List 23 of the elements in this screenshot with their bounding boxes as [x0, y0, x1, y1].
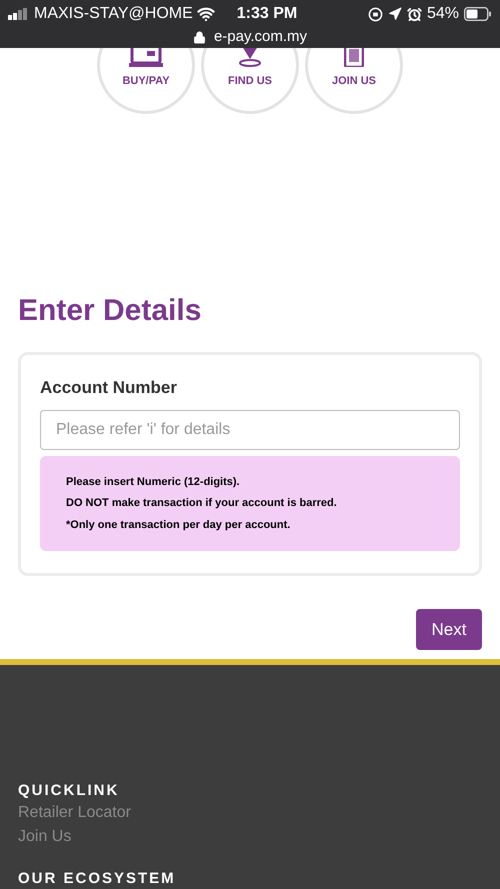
- info-note: *Only one transaction per day per account.: [66, 518, 292, 532]
- nav-circle-button[interactable]: JOIN US: [305, 48, 403, 114]
- account-number-field[interactable]: Please refer 'i' for details: [40, 410, 460, 450]
- location-icon: [388, 7, 402, 21]
- info-note: Please insert Numeric (12-digits).: [66, 474, 241, 490]
- url-text[interactable]: e-pay.com.my: [214, 26, 308, 48]
- next-button[interactable]: Next: [416, 609, 482, 650]
- lock-icon: [192, 30, 206, 44]
- footer-heading: OUR ECOSYSTEM: [18, 869, 177, 889]
- footer-heading: QUICKLINK: [18, 781, 120, 801]
- field-label: Account Number: [40, 377, 178, 399]
- section-title: Enter Details: [18, 296, 202, 326]
- nav-circle-button[interactable]: FIND US: [201, 48, 299, 114]
- info-note: DO NOT make transaction if your account is barred.: [66, 496, 338, 511]
- battery-percent: 54%: [426, 4, 459, 24]
- wifi-icon: [196, 5, 215, 23]
- nav-circle-button[interactable]: BUY/PAY: [97, 48, 195, 114]
- carrier-name: MAXIS-STAY@HOME: [34, 4, 193, 24]
- clock-time: 1:33 PM: [236, 4, 298, 24]
- rotation-lock-icon: [368, 6, 383, 22]
- alarm-icon: [406, 6, 422, 22]
- battery-icon: [464, 7, 492, 21]
- signal-icon: [8, 8, 30, 20]
